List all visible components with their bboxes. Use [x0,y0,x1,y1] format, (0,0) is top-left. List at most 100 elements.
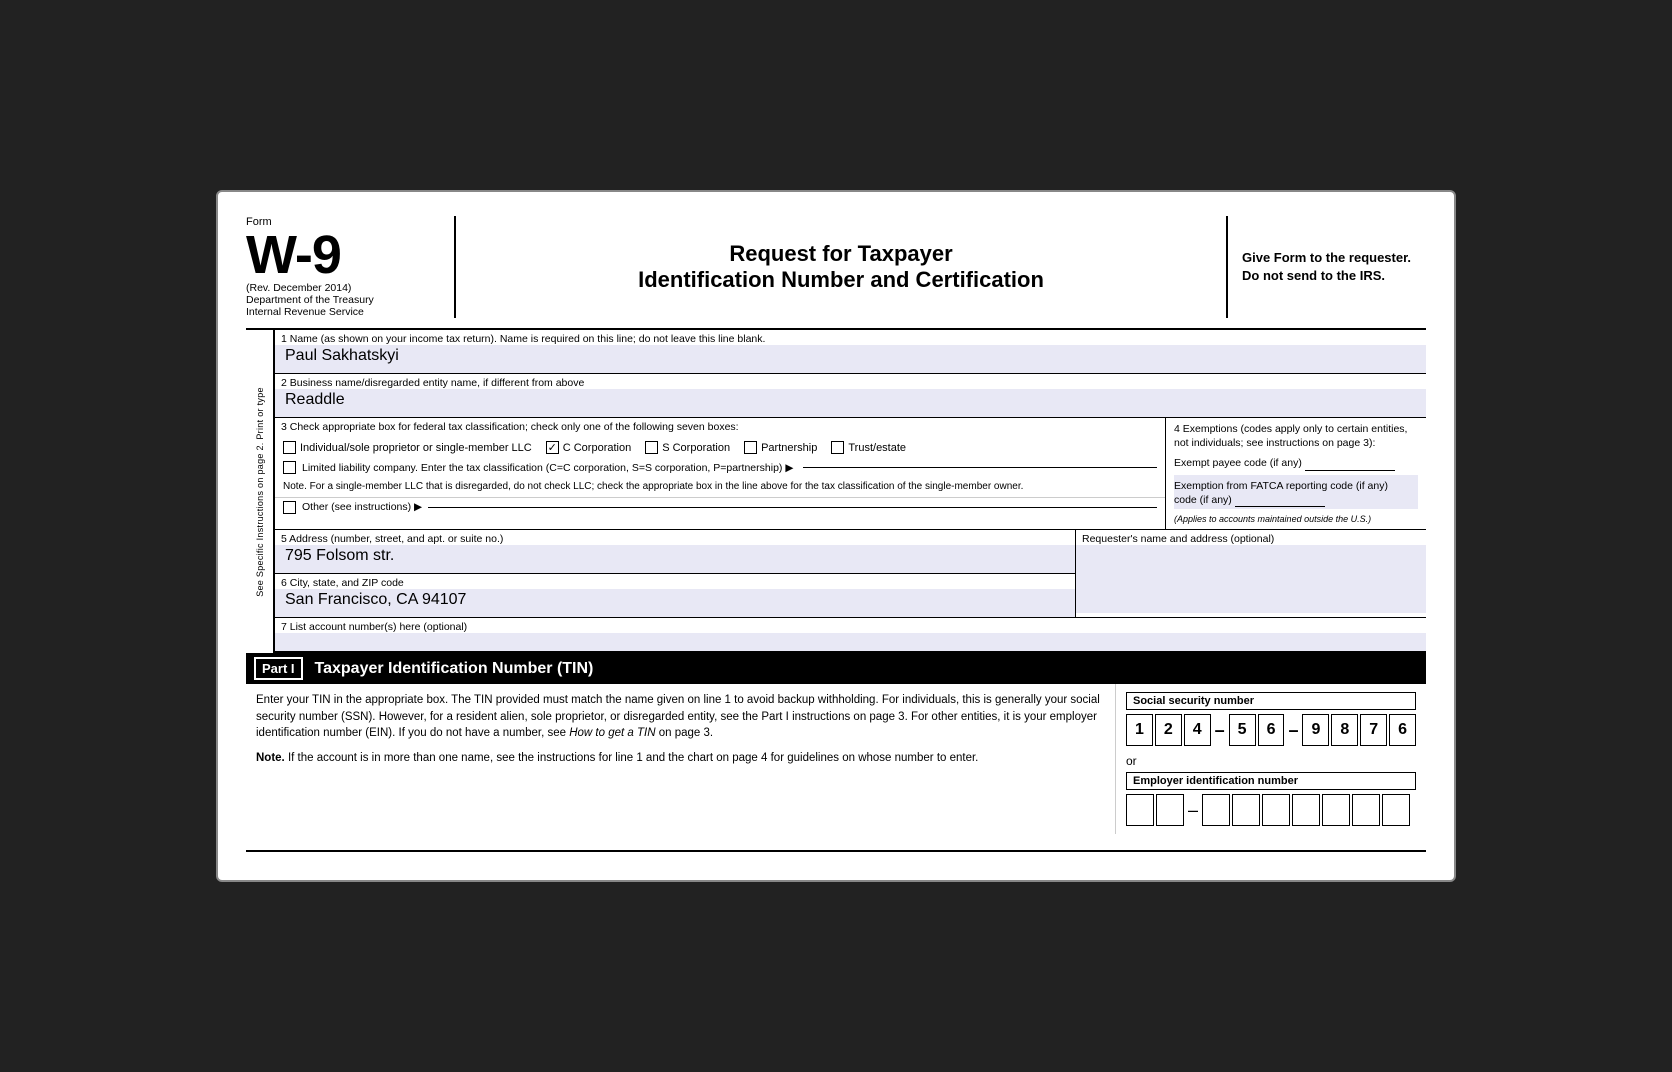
llc-label: Limited liability company. Enter the tax… [302,462,793,474]
ssn-digit-8[interactable]: 7 [1360,714,1387,746]
part1-title: Taxpayer Identification Number (TIN) [315,660,594,678]
checkbox-other-box[interactable] [283,501,296,514]
ssn-digit-3[interactable]: 4 [1184,714,1211,746]
note-text: Note. For a single-member LLC that is di… [283,481,1023,492]
checkbox-trust-box[interactable] [831,441,844,454]
part1-text-area: Enter your TIN in the appropriate box. T… [246,684,1116,834]
sidebar: See Specific Instructions on page 2. Pri… [246,330,274,653]
checkbox-individual: Individual/sole proprietor or single-mem… [283,441,532,454]
header-left: Form W-9 (Rev. December 2014) Department… [246,216,456,318]
field3-area: 3 Check appropriate box for federal tax … [275,418,1166,529]
part1-body: Enter your TIN in the appropriate box. T… [246,684,1426,834]
form-body: See Specific Instructions on page 2. Pri… [246,330,1426,653]
checkboxes-row: Individual/sole proprietor or single-mem… [275,437,1165,458]
checkbox-partnership-label: Partnership [761,442,817,454]
form-w9: Form W-9 (Rev. December 2014) Department… [216,190,1456,882]
ssn-digit-7[interactable]: 8 [1331,714,1358,746]
ein-digit-4[interactable] [1232,794,1260,826]
field3-label: 3 Check appropriate box for federal tax … [275,418,1165,437]
field5-row: 5 Address (number, street, and apt. or s… [275,530,1075,574]
part1-tin-area: Social security number 1 2 4 – 5 6 – 9 8… [1116,684,1426,834]
ssn-digit-2[interactable]: 2 [1155,714,1182,746]
row56: 5 Address (number, street, and apt. or s… [275,530,1426,618]
llc-row: Limited liability company. Enter the tax… [275,458,1165,477]
header-right: Give Form to the requester. Do not send … [1226,216,1426,318]
ssn-dash-1: – [1213,720,1227,741]
checkbox-individual-box[interactable] [283,441,296,454]
ssn-dash-2: – [1286,720,1300,741]
ein-digit-8[interactable] [1352,794,1380,826]
llc-classification-line [803,467,1157,468]
ssn-digit-6[interactable]: 9 [1302,714,1329,746]
field4-inner: 4 Exemptions (codes apply only to certai… [1166,418,1426,529]
field6-value: San Francisco, CA 94107 [275,589,1075,617]
fatca-code-label: code (if any) [1174,494,1232,506]
ein-dash: – [1186,800,1200,821]
field5-label: 5 Address (number, street, and apt. or s… [275,530,1075,545]
field5-area: 5 Address (number, street, and apt. or s… [275,530,1076,617]
other-label: Other (see instructions) ▶ [302,501,422,513]
ssn-digit-5[interactable]: 6 [1258,714,1285,746]
exempt-payee-label: Exempt payee code (if any) [1174,457,1302,469]
field1-value: Paul Sakhatskyi [275,345,1426,373]
checkbox-partnership-box[interactable] [744,441,757,454]
checkbox-trust: Trust/estate [831,441,906,454]
exempt-payee-row: Exempt payee code (if any) [1174,456,1418,470]
other-row: Other (see instructions) ▶ [275,497,1165,519]
checkbox-individual-label: Individual/sole proprietor or single-mem… [300,442,532,454]
ein-digit-3[interactable] [1202,794,1230,826]
form-title-line2: Identification Number and Certification [476,267,1206,293]
header-center: Request for Taxpayer Identification Numb… [456,216,1226,318]
form-revision: (Rev. December 2014) [246,282,440,294]
ein-digit-2[interactable] [1156,794,1184,826]
ein-digit-6[interactable] [1292,794,1320,826]
ein-boxes: – [1126,794,1416,826]
ssn-label: Social security number [1126,692,1416,710]
field2-label: 2 Business name/disregarded entity name,… [275,374,1426,389]
field4-area: 4 Exemptions (codes apply only to certai… [1166,418,1426,529]
form-dept2: Internal Revenue Service [246,306,440,318]
field1-label: 1 Name (as shown on your income tax retu… [275,330,1426,345]
ssn-digit-9[interactable]: 6 [1389,714,1416,746]
checkbox-ccorp-label: C Corporation [563,442,631,454]
field2-value: Readdle [275,389,1426,417]
ssn-boxes: 1 2 4 – 5 6 – 9 8 7 6 [1126,714,1416,746]
fatca-row: Exemption from FATCA reporting code (if … [1174,475,1418,509]
ein-digit-1[interactable] [1126,794,1154,826]
part1-header: Part I Taxpayer Identification Number (T… [246,653,1426,684]
field7-label: 7 List account number(s) here (optional) [275,618,1426,633]
part1-note-text: Note. If the account is in more than one… [256,750,1105,767]
ssn-digit-1[interactable]: 1 [1126,714,1153,746]
checkbox-scorp-box[interactable] [645,441,658,454]
other-line [428,507,1157,508]
field4-label: 4 Exemptions (codes apply only to certai… [1174,422,1418,450]
ein-digit-5[interactable] [1262,794,1290,826]
form-fields: 1 Name (as shown on your income tax retu… [274,330,1426,653]
fatca-input[interactable] [1235,493,1325,507]
form-dept1: Department of the Treasury [246,294,440,306]
requester-area: Requester's name and address (optional) [1076,530,1426,617]
form-header: Form W-9 (Rev. December 2014) Department… [246,216,1426,330]
checkbox-ccorp-box[interactable]: ✓ [546,441,559,454]
checkbox-scorp: S Corporation [645,441,730,454]
note-row: Note. For a single-member LLC that is di… [275,477,1165,497]
header-instructions: Give Form to the requester. Do not send … [1242,249,1426,285]
field7-row: 7 List account number(s) here (optional) [275,618,1426,653]
or-label: or [1126,754,1416,768]
part1-body-text: Enter your TIN in the appropriate box. T… [256,692,1105,742]
ssn-digit-4[interactable]: 5 [1229,714,1256,746]
ein-digit-7[interactable] [1322,794,1350,826]
exempt-payee-input[interactable] [1305,457,1395,471]
requester-label: Requester's name and address (optional) [1076,530,1426,545]
field1-row: 1 Name (as shown on your income tax retu… [275,330,1426,374]
form-number: W-9 [246,225,341,285]
ein-digit-9[interactable] [1382,794,1410,826]
checkbox-llc-box[interactable] [283,461,296,474]
bottom-line [246,850,1426,856]
ein-label: Employer identification number [1126,772,1416,790]
sidebar-text: See Specific Instructions on page 2. Pri… [255,387,265,597]
field3-label-text: 3 Check appropriate box for federal tax … [281,421,739,433]
part1-label: Part I [254,657,303,680]
field6-label: 6 City, state, and ZIP code [275,574,1075,589]
fatca-label: Exemption from FATCA reporting code (if … [1174,480,1388,492]
